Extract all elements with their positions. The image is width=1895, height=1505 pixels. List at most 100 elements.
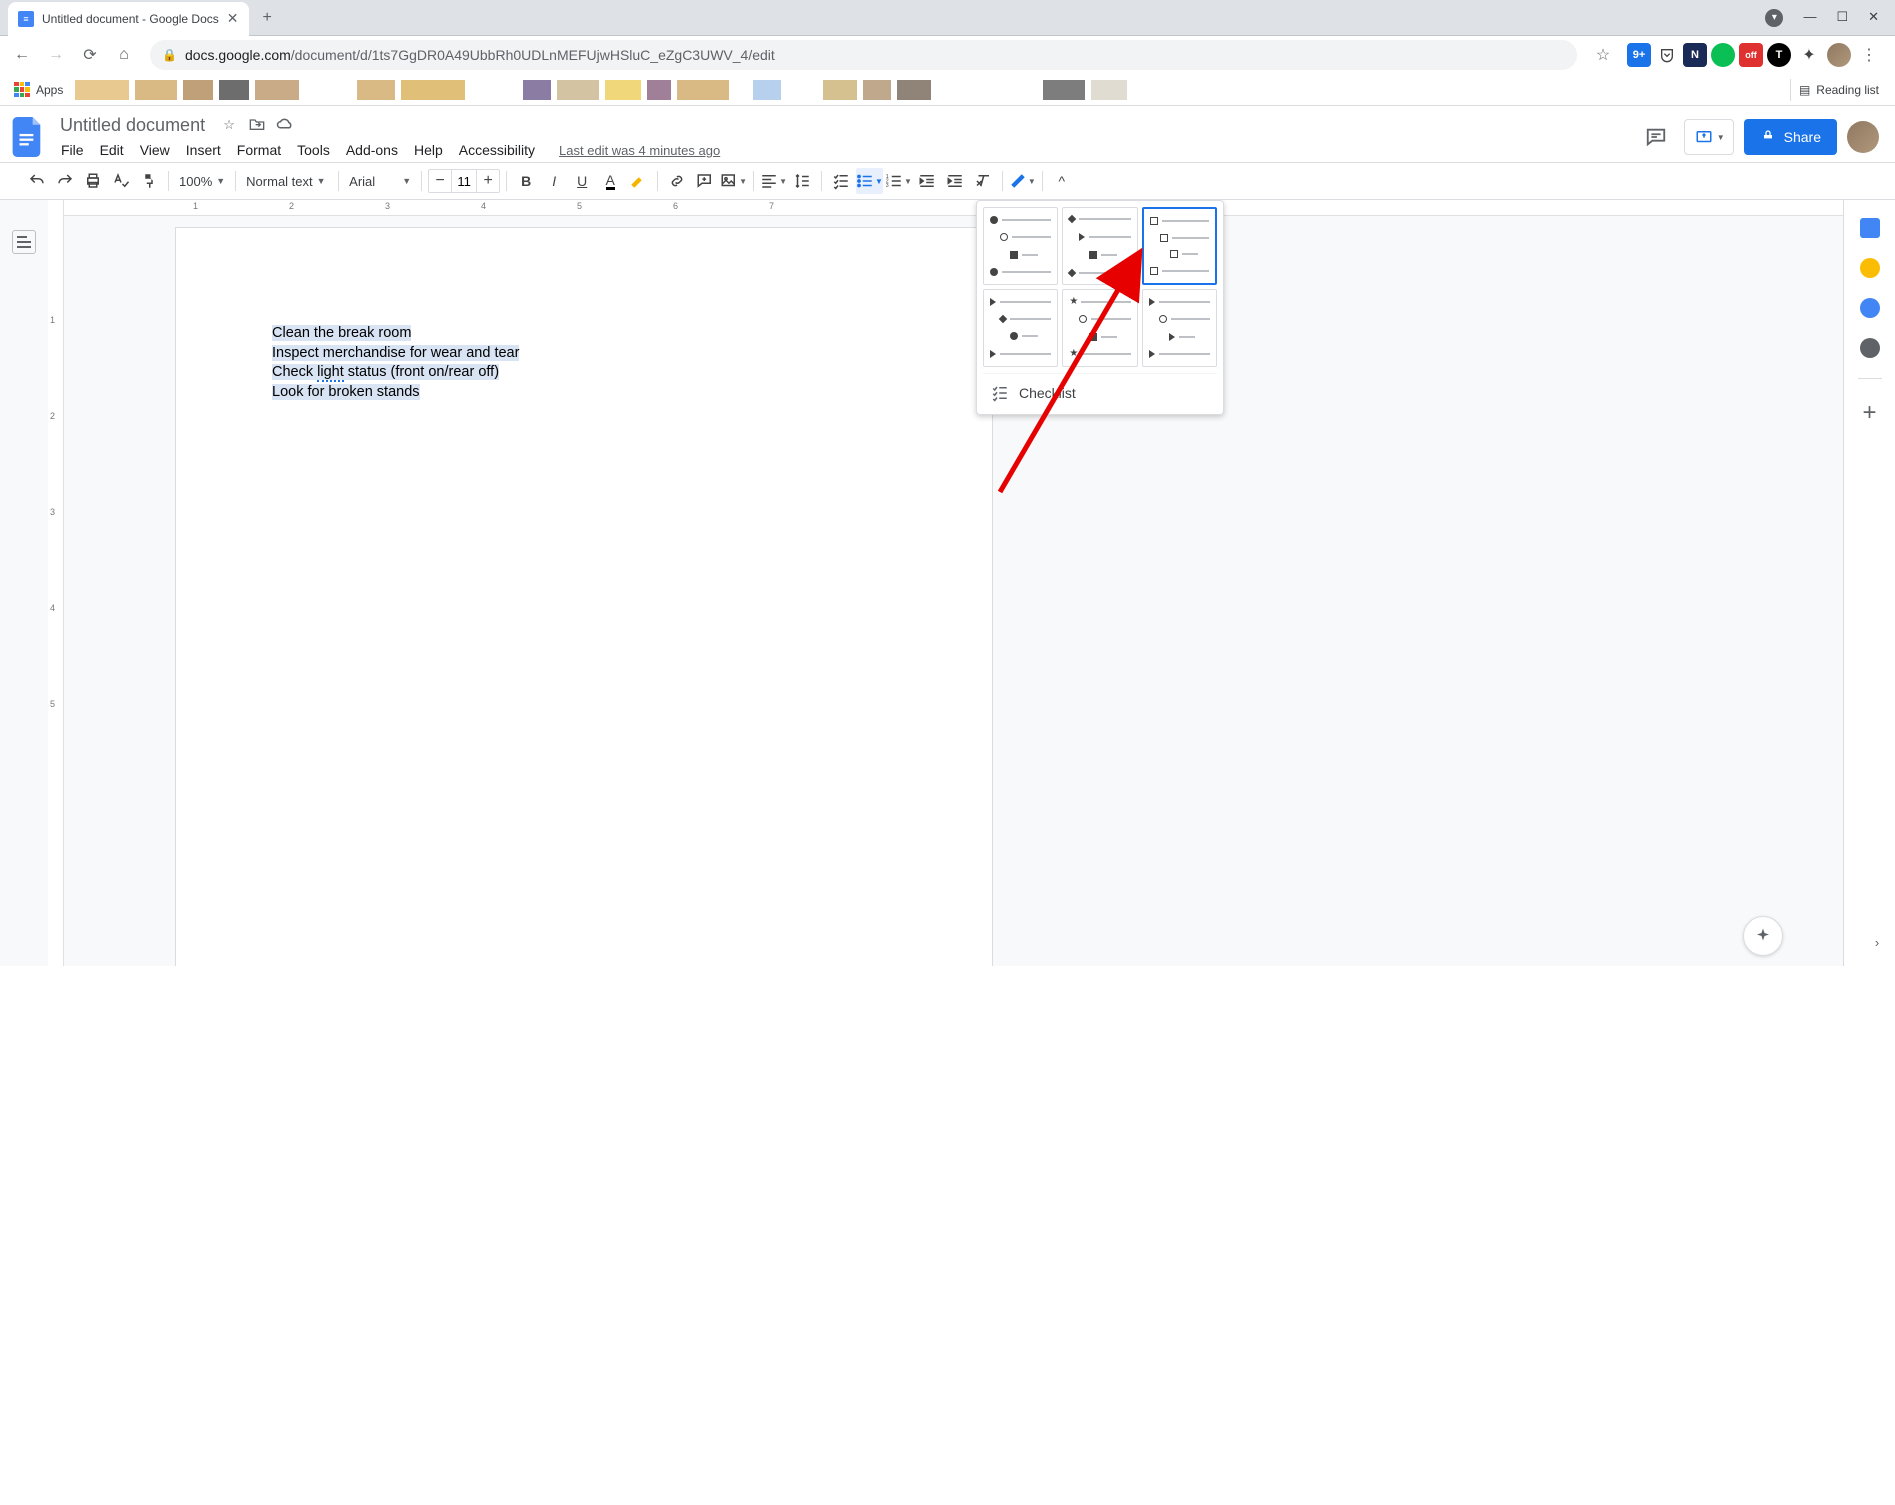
- comment-button[interactable]: [692, 168, 718, 194]
- menu-tools[interactable]: Tools: [290, 140, 337, 160]
- add-app-icon[interactable]: +: [1862, 399, 1876, 427]
- reading-list-button[interactable]: ▤ Reading list: [1790, 79, 1887, 101]
- bookmark-swatch[interactable]: [183, 80, 213, 100]
- bookmark-swatch[interactable]: [357, 80, 395, 100]
- bookmark-swatch[interactable]: [557, 80, 599, 100]
- menu-format[interactable]: Format: [230, 140, 288, 160]
- ext-t-icon[interactable]: T: [1767, 43, 1791, 67]
- underline-button[interactable]: U: [569, 168, 595, 194]
- bookmark-swatch[interactable]: [897, 80, 931, 100]
- bookmark-swatch[interactable]: [219, 80, 249, 100]
- contacts-app-icon[interactable]: [1860, 338, 1880, 358]
- browser-tab[interactable]: ≡ Untitled document - Google Docs ✕: [8, 2, 249, 36]
- omnibox[interactable]: 🔒 docs.google.com/document/d/1ts7GgDR0A4…: [150, 40, 1577, 70]
- last-edit-link[interactable]: Last edit was 4 minutes ago: [552, 141, 727, 160]
- profile-avatar[interactable]: [1827, 43, 1851, 67]
- indent-dec-button[interactable]: [914, 168, 940, 194]
- apps-button[interactable]: Apps: [8, 78, 69, 102]
- speaker-icon[interactable]: ▾: [1765, 9, 1783, 27]
- numbered-list-button[interactable]: 123▼: [885, 168, 912, 194]
- calendar-app-icon[interactable]: [1860, 218, 1880, 238]
- collapse-toolbar-icon[interactable]: ^: [1049, 168, 1075, 194]
- explore-button[interactable]: [1743, 916, 1783, 956]
- menu-help[interactable]: Help: [407, 140, 450, 160]
- editing-mode-button[interactable]: ▼: [1009, 168, 1036, 194]
- share-button[interactable]: Share: [1744, 119, 1837, 155]
- bullet-option-checklist[interactable]: Checklist: [983, 373, 1217, 408]
- menu-addons[interactable]: Add-ons: [339, 140, 405, 160]
- document-area[interactable]: 1 2 3 4 5 6 7 Clean the break room Inspe…: [64, 200, 1843, 966]
- menu-view[interactable]: View: [133, 140, 177, 160]
- bookmark-swatch[interactable]: [523, 80, 551, 100]
- align-button[interactable]: ▼: [760, 168, 787, 194]
- font-size-inc[interactable]: +: [477, 172, 499, 190]
- cloud-status-icon[interactable]: [275, 117, 295, 134]
- account-avatar[interactable]: [1847, 121, 1879, 153]
- bullet-option-arrow[interactable]: [983, 289, 1058, 367]
- ext-grammarly-icon[interactable]: [1711, 43, 1735, 67]
- hide-sidepanel-icon[interactable]: ›: [1865, 930, 1889, 954]
- star-icon[interactable]: ☆: [1589, 41, 1617, 69]
- new-tab-button[interactable]: +: [253, 9, 282, 27]
- reload-icon[interactable]: ⟳: [76, 41, 104, 69]
- italic-button[interactable]: I: [541, 168, 567, 194]
- line-spacing-button[interactable]: [789, 168, 815, 194]
- font-size-control[interactable]: − +: [428, 169, 500, 193]
- bookmark-swatch[interactable]: [605, 80, 641, 100]
- print-button[interactable]: [80, 168, 106, 194]
- bookmark-swatch[interactable]: [255, 80, 299, 100]
- bold-button[interactable]: B: [513, 168, 539, 194]
- bookmark-swatch[interactable]: [677, 80, 729, 100]
- font-select[interactable]: Arial▼: [345, 168, 415, 194]
- bookmark-swatch[interactable]: [1091, 80, 1127, 100]
- bookmark-swatch[interactable]: [753, 80, 781, 100]
- image-button[interactable]: ▼: [720, 168, 747, 194]
- move-doc-icon[interactable]: [247, 117, 267, 134]
- bookmark-swatch[interactable]: [1043, 80, 1085, 100]
- font-size-input[interactable]: [451, 170, 477, 192]
- document-title[interactable]: Untitled document: [54, 113, 211, 138]
- present-button[interactable]: ▼: [1684, 119, 1734, 155]
- paint-format-button[interactable]: [136, 168, 162, 194]
- bookmark-swatch[interactable]: [401, 80, 465, 100]
- undo-button[interactable]: [24, 168, 50, 194]
- ext-notion-icon[interactable]: N: [1683, 43, 1707, 67]
- minimize-icon[interactable]: —: [1803, 9, 1816, 27]
- document-page[interactable]: Clean the break room Inspect merchandise…: [176, 228, 992, 966]
- bookmark-swatch[interactable]: [135, 80, 177, 100]
- bulleted-list-button[interactable]: ▼: [856, 168, 883, 194]
- spellcheck-button[interactable]: [108, 168, 134, 194]
- bullet-option-diamond[interactable]: [1062, 207, 1137, 285]
- browser-menu-icon[interactable]: ⋮: [1855, 41, 1883, 69]
- close-window-icon[interactable]: ✕: [1868, 9, 1879, 27]
- link-button[interactable]: [664, 168, 690, 194]
- menu-file[interactable]: File: [54, 140, 91, 160]
- menu-edit[interactable]: Edit: [93, 140, 131, 160]
- back-icon[interactable]: ←: [8, 41, 36, 69]
- doc-line[interactable]: Inspect merchandise for wear and tear: [272, 344, 896, 364]
- tasks-app-icon[interactable]: [1860, 298, 1880, 318]
- clear-format-button[interactable]: [970, 168, 996, 194]
- style-select[interactable]: Normal text▼: [242, 168, 332, 194]
- outline-toggle-icon[interactable]: [12, 230, 36, 254]
- menu-accessibility[interactable]: Accessibility: [452, 140, 542, 160]
- font-size-dec[interactable]: −: [429, 172, 451, 190]
- maximize-icon[interactable]: ☐: [1836, 9, 1848, 27]
- doc-line[interactable]: Check light status (front on/rear off): [272, 363, 896, 383]
- menu-insert[interactable]: Insert: [179, 140, 228, 160]
- bullet-option-arrow-circle[interactable]: [1142, 289, 1217, 367]
- redo-button[interactable]: [52, 168, 78, 194]
- keep-app-icon[interactable]: [1860, 258, 1880, 278]
- extensions-icon[interactable]: ✦: [1795, 41, 1823, 69]
- bullet-option-square-outline[interactable]: [1142, 207, 1217, 285]
- comments-icon[interactable]: [1638, 119, 1674, 155]
- ext-pocket-icon[interactable]: [1655, 43, 1679, 67]
- bullet-option-star[interactable]: ★ ★: [1062, 289, 1137, 367]
- bookmark-swatch[interactable]: [823, 80, 857, 100]
- bullet-option-disc[interactable]: [983, 207, 1058, 285]
- ext-translate-icon[interactable]: 9+: [1627, 43, 1651, 67]
- indent-inc-button[interactable]: [942, 168, 968, 194]
- doc-line[interactable]: Clean the break room: [272, 324, 896, 344]
- zoom-select[interactable]: 100%▼: [175, 168, 229, 194]
- ext-off-icon[interactable]: off: [1739, 43, 1763, 67]
